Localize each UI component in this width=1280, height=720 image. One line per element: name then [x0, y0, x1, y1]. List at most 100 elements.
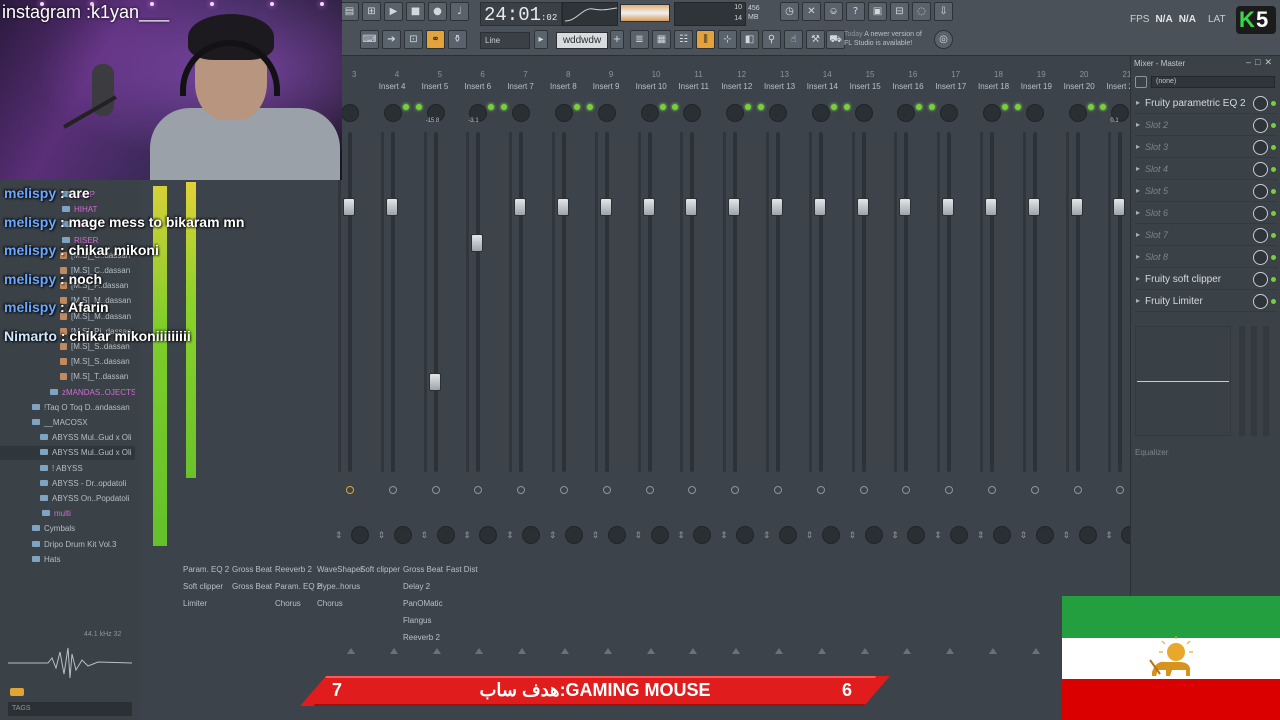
eq-band-low[interactable] — [1239, 326, 1245, 436]
download-icon[interactable]: ⇩ — [934, 2, 953, 21]
mixer-insert-strip[interactable]: ⇕ — [972, 96, 1012, 656]
insert-enable-led[interactable] — [501, 104, 508, 110]
effect-slot[interactable]: ▸ Slot 5 — [1135, 182, 1277, 202]
send-arrow-icon[interactable] — [689, 648, 698, 654]
swap-arrows-icon[interactable]: ⇕ — [891, 530, 899, 541]
eq-band-faders[interactable] — [1235, 326, 1277, 436]
insert-stereo-knob[interactable] — [1025, 104, 1044, 122]
insert-fx-label[interactable]: PanOMatic — [403, 595, 443, 612]
insert-name[interactable]: Insert 9 — [593, 82, 620, 91]
insert-stereo-knob[interactable] — [983, 104, 1001, 122]
slot-enable-led[interactable] — [1271, 123, 1276, 128]
insert-enable-led[interactable] — [929, 104, 936, 110]
insert-enable-led[interactable] — [830, 104, 837, 110]
route-to-master-icon[interactable] — [602, 486, 611, 494]
insert-enable-led[interactable] — [574, 104, 580, 110]
slot-menu-icon[interactable]: ▸ — [1136, 274, 1140, 283]
midi-icon[interactable]: ⊟ — [890, 2, 909, 21]
slot-menu-icon[interactable]: ▸ — [1136, 208, 1140, 217]
insert-stereo-knob[interactable] — [1068, 104, 1087, 122]
browser-folder-item[interactable]: multi — [0, 507, 135, 521]
mixer-insert-strip[interactable]: ⇕ — [843, 96, 884, 656]
insert-fx-label[interactable]: Param. EQ 2 — [275, 578, 321, 595]
insert-volume-fader[interactable] — [1113, 198, 1126, 216]
eq-band-mid[interactable] — [1251, 326, 1257, 436]
browser-folder-item[interactable]: ABYSS On..Popdatoli — [0, 492, 135, 506]
piano-roll-icon[interactable]: ▦ — [652, 30, 671, 49]
slot-mix-knob[interactable] — [1253, 184, 1268, 199]
insert-fx-label[interactable]: Chorus — [275, 595, 321, 612]
send-arrow-icon[interactable] — [903, 648, 912, 654]
send-arrow-icon[interactable] — [946, 648, 955, 654]
insert-volume-fader[interactable] — [471, 234, 484, 252]
insert-pan-knob[interactable] — [864, 526, 883, 544]
pattern-select[interactable]: wddwdw — [556, 32, 608, 49]
keyboard-icon[interactable]: ⌨ — [360, 30, 379, 49]
browser-folder-item[interactable]: Dripo Drum Kit Vol.3 — [0, 538, 135, 552]
insert-stereo-knob[interactable] — [726, 104, 745, 122]
route-to-master-icon[interactable] — [902, 486, 911, 494]
send-arrow-icon[interactable] — [561, 648, 569, 654]
route-to-master-icon[interactable] — [731, 486, 740, 494]
insert-stereo-knob[interactable] — [512, 104, 531, 122]
browser-folder-item[interactable]: Hats — [0, 553, 135, 567]
insert-enable-led[interactable] — [586, 104, 593, 110]
insert-name[interactable]: Insert 8 — [550, 82, 577, 91]
snap-select[interactable]: Line — [480, 32, 530, 49]
insert-enable-led[interactable] — [1014, 104, 1021, 110]
slot-enable-led[interactable] — [1271, 211, 1276, 216]
slot-menu-icon[interactable]: ▸ — [1136, 252, 1140, 261]
master-volume-slider[interactable] — [620, 4, 670, 22]
route-to-master-icon[interactable] — [645, 486, 654, 494]
chat-icon[interactable]: ◌ — [912, 2, 931, 21]
insert-stereo-knob[interactable] — [555, 104, 573, 122]
update-icon[interactable]: ◎ — [934, 30, 953, 49]
mixer-insert-strip[interactable]: ⇕ — [501, 96, 541, 656]
tempo-icon[interactable]: ♩ — [450, 2, 469, 21]
sample-play-icon[interactable] — [10, 688, 24, 696]
mic-icon[interactable]: ⎉ — [824, 2, 843, 21]
insert-enable-led[interactable] — [402, 104, 409, 110]
mixer-insert-strip[interactable]: ⇕ — [1058, 96, 1098, 656]
insert-volume-fader[interactable] — [813, 198, 826, 216]
preset-select[interactable]: (none) — [1151, 76, 1275, 88]
mixer-insert-strip[interactable]: ⇕ — [886, 96, 926, 656]
mixer-insert-strip[interactable]: ⇕ — [715, 96, 755, 656]
insert-pan-knob[interactable] — [1035, 526, 1054, 544]
slot-mix-knob[interactable] — [1253, 162, 1268, 177]
pattern-song-icon[interactable]: ⊞ — [362, 2, 381, 21]
route-to-master-icon[interactable] — [945, 486, 954, 494]
insert-name[interactable]: Insert 14 — [807, 82, 838, 91]
send-arrow-icon[interactable] — [860, 648, 869, 654]
swap-arrows-icon[interactable]: ⇕ — [849, 530, 857, 541]
insert-volume-fader[interactable] — [1027, 198, 1040, 216]
insert-volume-fader[interactable] — [728, 198, 741, 216]
insert-enable-led[interactable] — [843, 104, 850, 110]
typing-keyboard-icon[interactable]: ⊡ — [404, 30, 423, 49]
slot-enable-led[interactable] — [1271, 255, 1276, 260]
swap-arrows-icon[interactable]: ⇕ — [549, 530, 557, 541]
send-arrow-icon[interactable] — [989, 648, 997, 654]
slot-mix-knob[interactable] — [1253, 118, 1268, 133]
route-to-master-icon[interactable] — [816, 486, 825, 494]
insert-volume-fader[interactable] — [599, 198, 612, 216]
browser-file-item[interactable]: [M.S]_T..dassan — [0, 370, 135, 384]
browser-folder-item[interactable]: ABYSS Mul..Gud x Oli — [0, 446, 135, 461]
insert-fx-label[interactable]: Gross Beat — [403, 561, 443, 578]
insert-enable-led[interactable] — [488, 104, 495, 110]
insert-pan-knob[interactable] — [479, 526, 498, 544]
effect-slot[interactable]: ▸ Fruity parametric EQ 2 — [1135, 94, 1277, 114]
eq-band-high[interactable] — [1263, 326, 1269, 436]
mixer-insert-strip[interactable]: ⇕ — [630, 96, 670, 656]
slot-menu-icon[interactable]: ▸ — [1136, 142, 1140, 151]
slot-menu-icon[interactable]: ▸ — [1136, 98, 1140, 107]
route-to-master-icon[interactable] — [774, 486, 782, 494]
link-icon[interactable]: ⚭ — [426, 30, 445, 49]
insert-pan-knob[interactable] — [1078, 526, 1097, 544]
insert-volume-fader[interactable] — [1070, 198, 1083, 216]
slot-menu-icon[interactable]: ▸ — [1136, 164, 1140, 173]
insert-fx-label[interactable]: Fast Dist — [446, 561, 478, 578]
route-to-master-icon[interactable] — [517, 486, 526, 494]
insert-name[interactable]: Insert 4 — [379, 82, 406, 91]
browser-folder-item[interactable]: ABYSS Mul..Gud x Oli — [0, 431, 135, 445]
